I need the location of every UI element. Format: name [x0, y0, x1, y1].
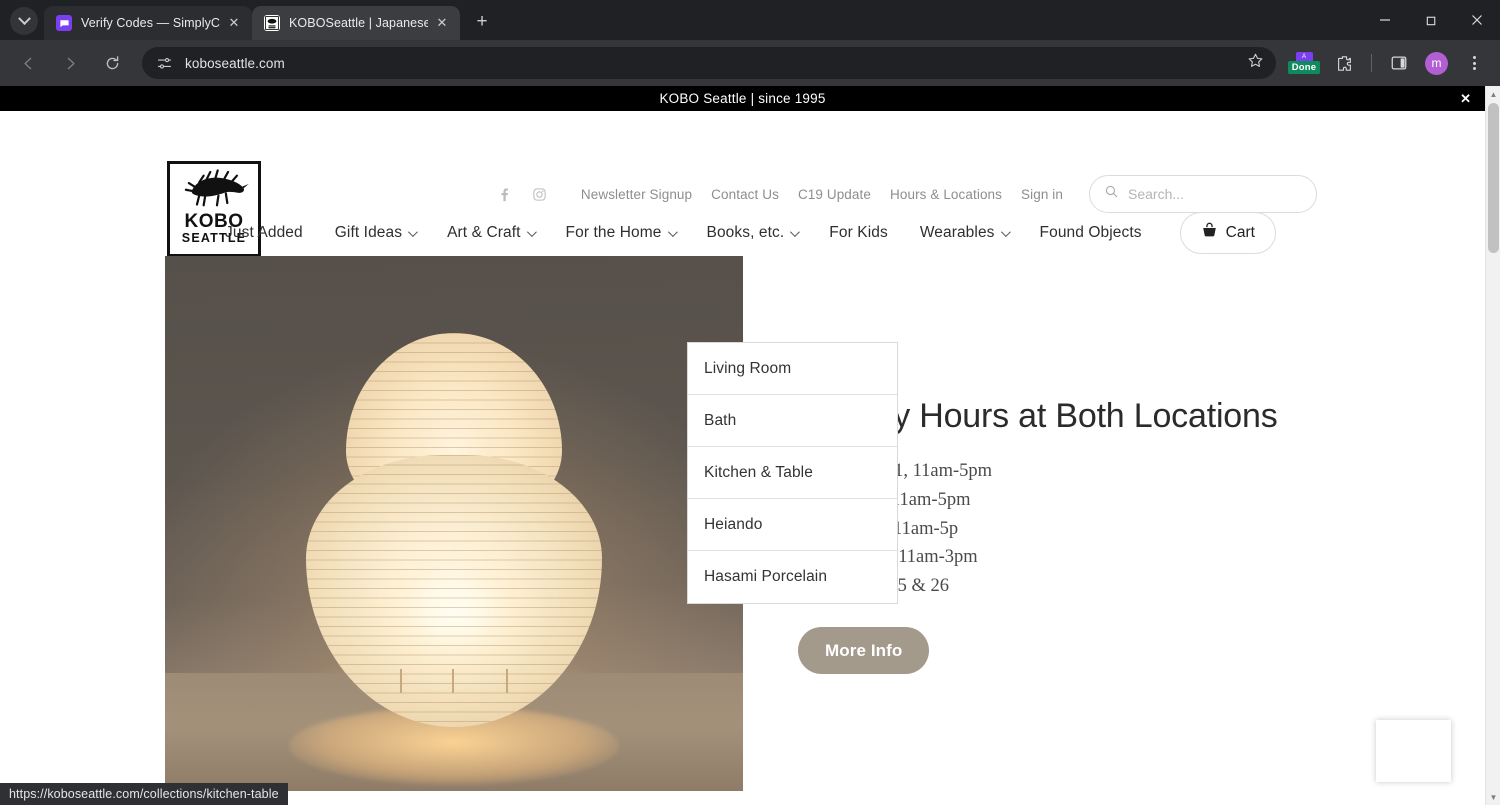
chevron-down-icon: [790, 226, 801, 237]
utility-link-newsletter[interactable]: Newsletter Signup: [581, 187, 692, 202]
minimize-button[interactable]: [1362, 0, 1408, 40]
side-panel-icon[interactable]: [1384, 48, 1414, 78]
chevron-down-icon: [1000, 226, 1011, 237]
nav-label: For the Home: [565, 224, 662, 241]
utility-link-sign-in[interactable]: Sign in: [1021, 187, 1063, 202]
window-controls: [1362, 0, 1500, 40]
facebook-icon[interactable]: [492, 181, 518, 207]
announcement-text: KOBO Seattle | since 1995: [659, 91, 826, 106]
tab-close-button[interactable]: ✕: [432, 13, 452, 33]
recaptcha-badge[interactable]: [1376, 720, 1451, 782]
nav-item-found-objects[interactable]: Found Objects: [1040, 224, 1142, 242]
chevron-down-icon: [408, 226, 418, 237]
announcement-bar: KOBO Seattle | since 1995 ✕: [0, 86, 1485, 111]
nav-item-books-etc[interactable]: Books, etc.: [706, 224, 801, 242]
cart-button[interactable]: Cart: [1179, 212, 1276, 254]
simplycodes-favicon: [56, 15, 72, 31]
browser-tab-koboseattle[interactable]: KOBOSeattle | Japanese + Nort ✕: [252, 6, 460, 40]
paper-lantern-graphic: [304, 333, 604, 733]
star-icon[interactable]: [1247, 52, 1264, 74]
tab-close-button[interactable]: ✕: [224, 13, 244, 33]
site-content: KOBO SEATTLE Newsletter Signup Contact U…: [0, 111, 1485, 791]
utility-link-hours-locations[interactable]: Hours & Locations: [890, 187, 1002, 202]
shopping-basket-icon: [1201, 222, 1218, 244]
dropdown-item-hasami-porcelain[interactable]: Hasami Porcelain: [688, 551, 897, 603]
nav-label: Gift Ideas: [334, 224, 403, 241]
chevron-down-icon: [667, 226, 678, 237]
reload-icon[interactable]: [97, 48, 127, 78]
chevron-down-icon: [17, 11, 31, 25]
nav-label: For Kids: [829, 224, 888, 241]
nav-label: Books, etc.: [706, 224, 785, 241]
nav-item-art-craft[interactable]: Art & Craft: [447, 224, 537, 242]
lantern-legs: [394, 667, 514, 693]
search-placeholder: Search...: [1128, 186, 1185, 202]
dropdown-item-bath[interactable]: Bath: [688, 395, 897, 447]
nav-item-for-the-home[interactable]: For the Home: [565, 224, 678, 242]
announcement-close-button[interactable]: ✕: [1460, 91, 1471, 107]
close-window-button[interactable]: [1454, 0, 1500, 40]
main-navigation: Just Added Gift Ideas Art & Craft For th…: [0, 212, 1485, 254]
site-header: KOBO SEATTLE Newsletter Signup Contact U…: [0, 111, 1485, 257]
page-scrollbar[interactable]: ▲ ▼: [1485, 86, 1500, 805]
tab-strip: Verify Codes — SimplyCodes ✕ KOBOSeattle…: [0, 0, 1500, 40]
scroll-up-arrow-icon[interactable]: ▲: [1486, 86, 1500, 102]
boar-illustration-icon: [184, 169, 249, 207]
extension-cap-icon: A: [1295, 52, 1313, 61]
new-tab-button[interactable]: +: [468, 8, 496, 36]
extension-done-badge[interactable]: A Done: [1287, 48, 1321, 78]
profile-avatar[interactable]: m: [1425, 51, 1448, 75]
nav-label: Found Objects: [1039, 224, 1142, 241]
dropdown-item-kitchen-table[interactable]: Kitchen & Table: [688, 447, 897, 499]
tune-settings-icon[interactable]: [152, 51, 176, 75]
kebab-dots: [1472, 56, 1476, 70]
address-bar-url: koboseattle.com: [185, 55, 285, 71]
search-input[interactable]: Search...: [1089, 175, 1317, 213]
browser-tab-simplycodes[interactable]: Verify Codes — SimplyCodes ✕: [44, 6, 252, 40]
browser-window: Verify Codes — SimplyCodes ✕ KOBOSeattle…: [0, 0, 1500, 805]
nav-item-for-kids[interactable]: For Kids: [829, 224, 888, 242]
dropdown-item-heiando[interactable]: Heiando: [688, 499, 897, 551]
dropdown-for-the-home: Living Room Bath Kitchen & Table Heiando…: [687, 342, 898, 604]
dropdown-item-living-room[interactable]: Living Room: [688, 343, 897, 395]
utility-nav: Newsletter Signup Contact Us C19 Update …: [492, 175, 1317, 213]
nav-item-gift-ideas[interactable]: Gift Ideas: [334, 224, 418, 242]
tab-title: KOBOSeattle | Japanese + Nort: [289, 16, 428, 30]
forward-arrow-icon[interactable]: [55, 48, 85, 78]
status-bar: https://koboseattle.com/collections/kitc…: [0, 783, 288, 805]
address-bar[interactable]: koboseattle.com: [142, 47, 1276, 79]
utility-link-contact[interactable]: Contact Us: [711, 187, 779, 202]
page-viewport: KOBO Seattle | since 1995 ✕ KOBO SEATTLE…: [0, 86, 1500, 805]
three-dot-menu-icon[interactable]: [1459, 48, 1489, 78]
instagram-icon[interactable]: [527, 181, 553, 207]
toolbar-divider: [1371, 54, 1372, 72]
back-arrow-icon[interactable]: [13, 48, 43, 78]
kobo-favicon: [264, 15, 280, 31]
tab-title: Verify Codes — SimplyCodes: [81, 16, 220, 30]
cart-label: Cart: [1225, 224, 1255, 241]
nav-item-wearables[interactable]: Wearables: [919, 224, 1011, 242]
hero-image-paper-lantern[interactable]: [165, 256, 743, 791]
search-icon: [1104, 184, 1119, 204]
chevron-down-icon: [526, 226, 537, 237]
tab-search-button[interactable]: [10, 7, 38, 35]
extension-badge-label: Done: [1287, 61, 1321, 74]
puzzle-piece-icon[interactable]: [1329, 48, 1359, 78]
nav-label: Art & Craft: [447, 224, 521, 241]
nav-label: Wearables: [919, 224, 995, 241]
scrollbar-thumb[interactable]: [1488, 103, 1499, 253]
utility-link-c19-update[interactable]: C19 Update: [798, 187, 871, 202]
scroll-down-arrow-icon[interactable]: ▼: [1486, 789, 1500, 805]
maximize-button[interactable]: [1408, 0, 1454, 40]
browser-toolbar: koboseattle.com A Done m: [0, 40, 1500, 86]
nav-item-just-added[interactable]: Just Added: [225, 224, 303, 242]
more-info-button[interactable]: More Info: [798, 627, 930, 675]
nav-label: Just Added: [225, 224, 303, 241]
